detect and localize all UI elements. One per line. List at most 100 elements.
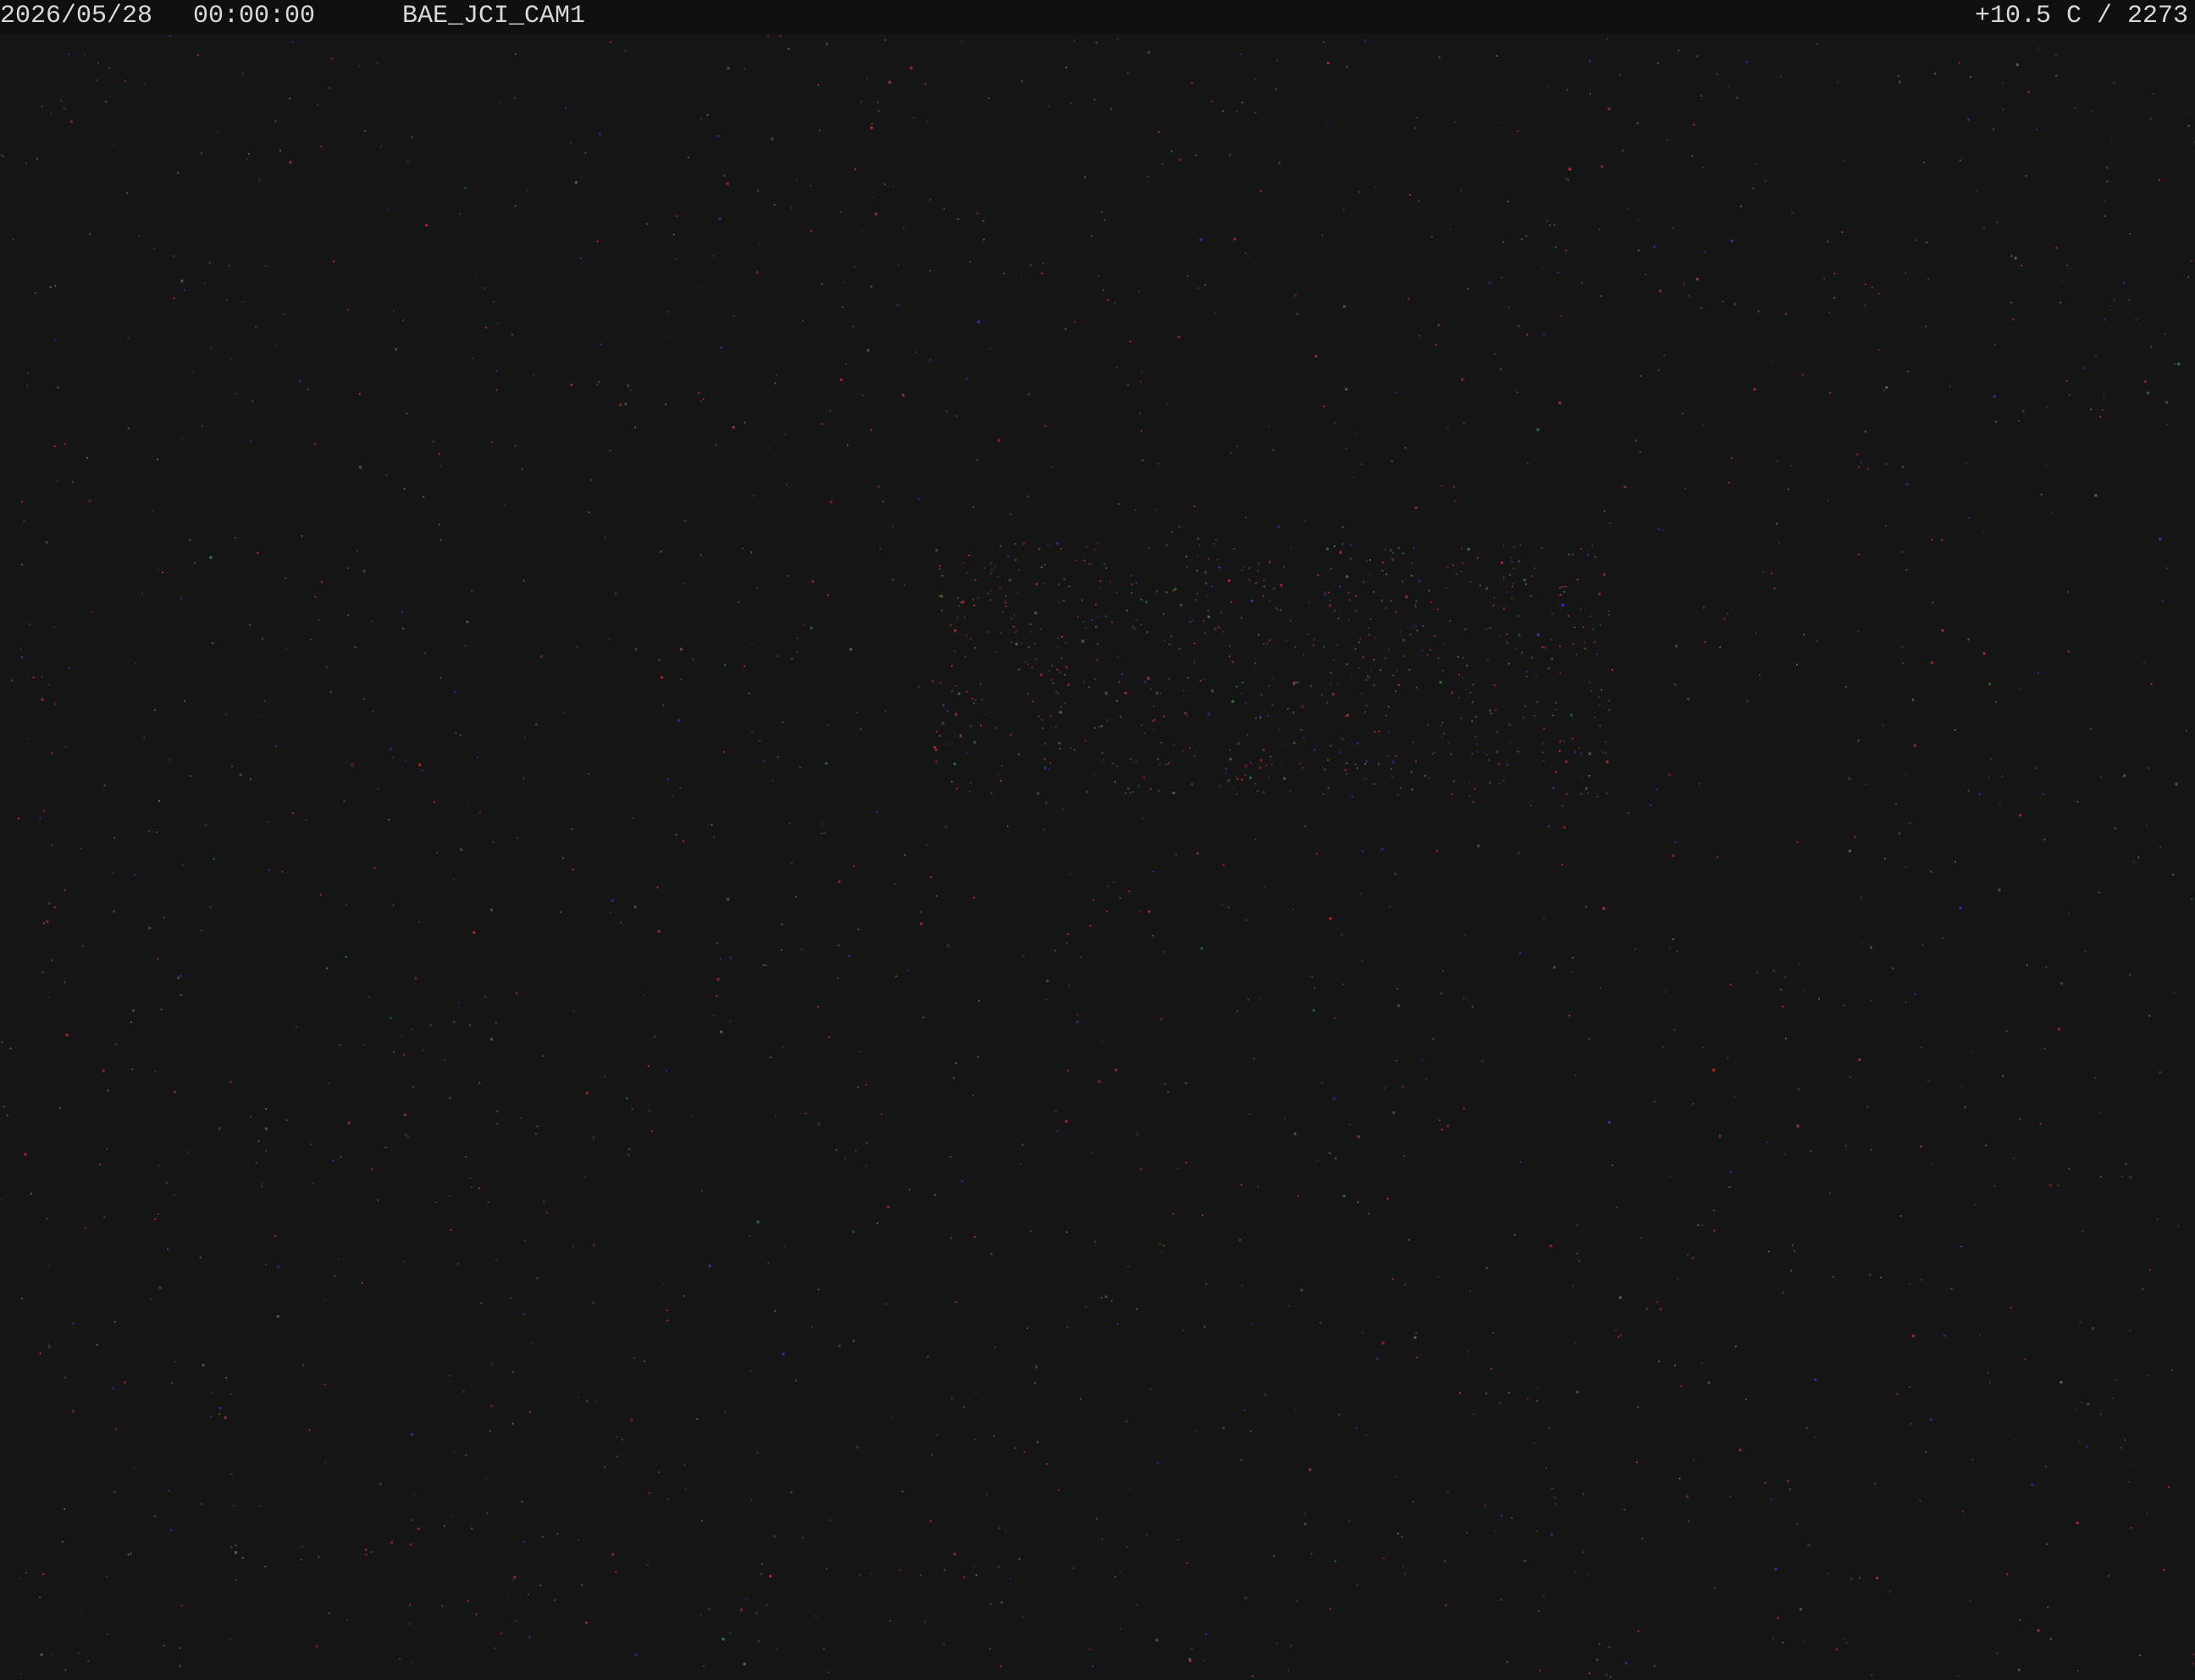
noise-pixel <box>1536 428 1540 431</box>
noise-pixel <box>519 1117 522 1119</box>
noise-pixel <box>1337 617 1340 620</box>
noise-pixel <box>1896 1393 1899 1395</box>
noise-pixel <box>1069 873 1071 876</box>
noise-pixel <box>1064 328 1067 330</box>
noise-pixel <box>893 185 895 187</box>
noise-pixel <box>1460 717 1462 720</box>
noise-pixel <box>1035 1365 1037 1367</box>
noise-pixel <box>1263 594 1265 597</box>
noise-pixel <box>113 1490 116 1493</box>
noise-pixel <box>1093 98 1096 101</box>
noise-pixel <box>255 1162 257 1163</box>
noise-pixel <box>1573 627 1576 628</box>
noise-pixel <box>1203 620 1205 622</box>
noise-pixel <box>1395 611 1397 614</box>
noise-pixel <box>979 682 981 685</box>
noise-pixel <box>393 1051 395 1053</box>
noise-pixel <box>1637 1406 1639 1408</box>
noise-pixel <box>1245 765 1247 768</box>
noise-pixel <box>2043 838 2046 841</box>
noise-pixel <box>1574 1075 1577 1076</box>
noise-pixel <box>1559 586 1562 589</box>
noise-pixel <box>1070 747 1072 749</box>
noise-pixel <box>1365 560 1368 562</box>
noise-pixel <box>1109 581 1111 583</box>
noise-pixel <box>1646 1307 1648 1310</box>
noise-pixel <box>1297 1195 1299 1197</box>
noise-pixel <box>385 473 388 476</box>
noise-pixel <box>699 554 702 556</box>
noise-pixel <box>1282 743 1285 746</box>
noise-pixel <box>1356 767 1358 770</box>
noise-pixel <box>854 168 856 170</box>
noise-pixel <box>756 1220 760 1224</box>
noise-pixel <box>218 1406 222 1410</box>
noise-pixel <box>1314 355 1318 358</box>
noise-pixel <box>423 652 426 655</box>
noise-pixel <box>1253 782 1256 785</box>
noise-pixel <box>1414 603 1417 605</box>
noise-pixel <box>2099 776 2102 778</box>
noise-pixel <box>1208 558 1210 561</box>
noise-pixel <box>1136 582 1137 584</box>
noise-pixel <box>467 804 469 807</box>
noise-pixel <box>1403 1155 1406 1157</box>
noise-pixel <box>2164 333 2166 335</box>
noise-pixel <box>1229 749 1231 751</box>
noise-pixel <box>1402 1565 1404 1567</box>
noise-pixel <box>974 646 976 649</box>
noise-pixel <box>411 1661 413 1663</box>
noise-pixel <box>1492 1331 1495 1334</box>
noise-pixel <box>759 740 761 742</box>
noise-pixel <box>2165 401 2169 404</box>
noise-pixel <box>1034 611 1037 615</box>
noise-pixel <box>972 598 975 600</box>
noise-pixel <box>929 1520 932 1522</box>
noise-pixel <box>1059 710 1062 714</box>
noise-pixel <box>963 1576 965 1578</box>
noise-pixel <box>1081 599 1083 601</box>
noise-pixel <box>1430 601 1433 604</box>
noise-pixel <box>1093 727 1096 729</box>
noise-pixel <box>935 760 938 763</box>
noise-pixel <box>716 995 718 998</box>
noise-pixel <box>1567 615 1569 617</box>
noise-pixel <box>1911 1335 1915 1338</box>
noise-pixel <box>728 1632 731 1634</box>
noise-pixel <box>1153 870 1155 873</box>
noise-pixel <box>1396 669 1399 671</box>
noise-pixel <box>1523 578 1526 582</box>
noise-pixel <box>368 996 370 998</box>
noise-pixel <box>1552 715 1555 716</box>
noise-pixel <box>97 62 100 64</box>
noise-pixel <box>103 1216 106 1219</box>
noise-pixel <box>1339 550 1342 554</box>
noise-pixel <box>1172 589 1175 592</box>
noise-pixel <box>1105 694 1108 696</box>
noise-pixel <box>843 282 845 285</box>
noise-pixel <box>2066 264 2069 267</box>
noise-pixel <box>1515 648 1518 650</box>
noise-pixel <box>2005 1030 2008 1032</box>
noise-pixel <box>285 649 288 650</box>
noise-pixel <box>48 902 52 905</box>
noise-pixel <box>1114 1069 1118 1072</box>
noise-pixel <box>1396 1059 1397 1062</box>
noise-pixel <box>782 1046 784 1048</box>
noise-pixel <box>1036 1367 1038 1369</box>
noise-pixel <box>838 880 841 883</box>
noise-pixel <box>1308 633 1310 636</box>
noise-pixel <box>1909 822 1911 825</box>
noise-pixel <box>1207 610 1209 612</box>
noise-pixel <box>1195 154 1197 157</box>
noise-pixel <box>1562 586 1564 589</box>
noise-pixel <box>96 79 98 81</box>
noise-pixel <box>1827 500 1829 501</box>
noise-pixel <box>340 1156 342 1158</box>
noise-pixel <box>2010 255 2013 257</box>
noise-pixel <box>1516 391 1518 394</box>
noise-pixel <box>2106 167 2109 169</box>
noise-pixel <box>376 62 379 64</box>
noise-pixel <box>1543 1595 1545 1598</box>
noise-pixel <box>856 392 859 395</box>
